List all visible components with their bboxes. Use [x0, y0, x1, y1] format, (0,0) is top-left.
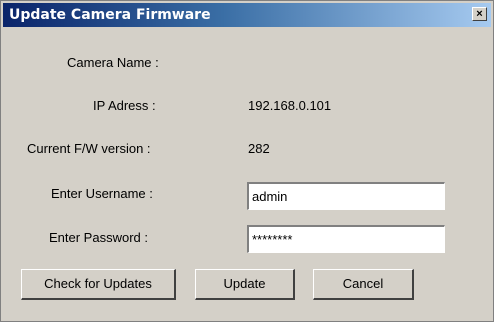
- username-input[interactable]: [247, 182, 445, 210]
- password-input[interactable]: [247, 225, 445, 253]
- password-label: Enter Password :: [49, 230, 148, 245]
- check-for-updates-button[interactable]: Check for Updates: [21, 269, 176, 300]
- firmware-version-value: 282: [248, 141, 270, 156]
- firmware-version-label: Current F/W version :: [27, 141, 151, 156]
- camera-name-label: Camera Name :: [67, 55, 159, 70]
- cancel-button[interactable]: Cancel: [313, 269, 414, 300]
- username-label: Enter Username :: [51, 186, 153, 201]
- ip-address-value: 192.168.0.101: [248, 98, 332, 113]
- close-button[interactable]: ×: [472, 7, 487, 21]
- title-bar[interactable]: Update Camera Firmware ×: [3, 3, 491, 27]
- window-title: Update Camera Firmware: [9, 7, 211, 23]
- update-firmware-dialog: Update Camera Firmware × Camera Name : I…: [0, 0, 494, 322]
- close-icon: ×: [476, 8, 483, 20]
- ip-address-label: IP Adress :: [93, 98, 156, 113]
- update-button[interactable]: Update: [195, 269, 295, 300]
